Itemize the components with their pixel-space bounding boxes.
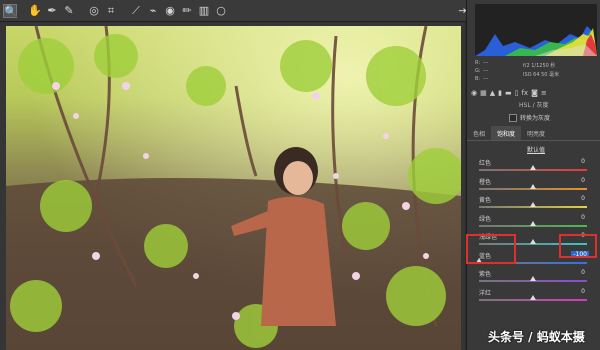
slider-value[interactable]: 0 — [581, 158, 585, 165]
slider-thumb[interactable] — [530, 239, 536, 244]
tab-saturation[interactable]: 饱和度 — [491, 126, 522, 140]
effects-icon[interactable]: fx — [521, 89, 528, 97]
rgb-g-value: --- — [483, 68, 489, 74]
photo-illustration — [6, 26, 461, 350]
presets-icon[interactable]: ≡ — [541, 89, 547, 97]
camera-calibration-icon[interactable]: ◙ — [531, 89, 538, 97]
watermark: 头条号 / 蚂蚁本摄 — [488, 330, 585, 344]
highlight-blue-value — [559, 234, 597, 258]
detail-icon[interactable]: ▲ — [490, 89, 495, 97]
red-eye-tool-icon[interactable]: ◉ — [163, 4, 177, 18]
right-panel: R: --- G: --- B: --- f/2 1/1250 秒 ISO 64… — [466, 0, 600, 350]
rgb-b-label: B: — [475, 76, 481, 82]
rgb-r-value: --- — [483, 60, 489, 66]
white-balance-tool-icon[interactable]: ✒ — [45, 4, 59, 18]
split-toning-icon[interactable]: ▬ — [505, 89, 512, 97]
tone-curve-icon[interactable]: ▦ — [480, 89, 487, 97]
convert-grayscale-checkbox[interactable] — [509, 113, 517, 122]
tab-hue[interactable]: 色相 — [467, 126, 491, 140]
photo-preview[interactable] — [6, 26, 461, 350]
slider-label: 洋红 — [479, 289, 492, 297]
adjustment-brush-tool-icon[interactable]: ✏ — [180, 4, 194, 18]
slider-row: 绿色 0 — [475, 214, 595, 232]
slider-thumb[interactable] — [530, 202, 536, 207]
slider-value[interactable]: 0 — [581, 195, 585, 202]
highlight-blue-label — [466, 234, 516, 264]
convert-grayscale-label: 转换为灰度 — [520, 115, 551, 122]
slider-label: 红色 — [479, 160, 492, 167]
slider-label: 橙色 — [479, 178, 492, 186]
straighten-tool-icon[interactable]: ⟋ — [129, 4, 143, 18]
slider-row: 橙色 0 — [475, 177, 595, 195]
iso-info: ISO 64 50 毫米 — [523, 72, 560, 78]
default-link[interactable]: 默认值 — [527, 145, 545, 154]
slider-value[interactable]: 0 — [581, 177, 585, 184]
slider-row: 黄色 0 — [475, 195, 595, 213]
slider-label: 绿色 — [479, 215, 492, 223]
convert-grayscale-row[interactable]: 转换为灰度 — [509, 113, 550, 122]
tab-luminance[interactable]: 明亮度 — [521, 126, 551, 140]
slider-value[interactable]: 0 — [581, 269, 585, 276]
slider-value[interactable]: 0 — [581, 288, 585, 295]
lens-corrections-icon[interactable]: ▯ — [515, 89, 519, 97]
hand-tool-icon[interactable]: ✋ — [28, 4, 42, 18]
camera-info: R: --- G: --- B: --- f/2 1/1250 秒 ISO 64… — [475, 60, 599, 86]
slider-label: 紫色 — [479, 271, 492, 278]
slider-thumb[interactable] — [530, 183, 536, 189]
slider-row: 红色 0 — [475, 158, 595, 176]
slider-row: 紫色 0 — [475, 269, 595, 287]
hsl-panel-icon[interactable]: ▮ — [498, 89, 502, 97]
slider-thumb[interactable] — [530, 165, 536, 170]
exposure-info: f/2 1/1250 秒 — [523, 63, 556, 69]
color-sampler-tool-icon[interactable]: ✎ — [62, 4, 76, 18]
rgb-g-label: G: — [475, 68, 481, 74]
crop-tool-icon[interactable]: ⌗ — [104, 4, 118, 18]
basic-panel-icon[interactable]: ◉ — [471, 89, 477, 97]
targeted-adjustment-tool-icon[interactable]: ◎ — [87, 4, 101, 18]
spot-removal-tool-icon[interactable]: ⌁ — [146, 4, 160, 18]
graduated-filter-tool-icon[interactable]: ▥ — [197, 4, 211, 18]
slider-row: 洋红 0 — [475, 288, 595, 306]
slider-thumb[interactable] — [530, 276, 536, 281]
rgb-b-value: --- — [483, 76, 489, 82]
slider-thumb[interactable] — [530, 294, 536, 300]
panel-tabs-icons: ◉ ▦ ▲ ▮ ▬ ▯ fx ◙ ≡ — [471, 88, 597, 98]
slider-label: 黄色 — [479, 197, 492, 204]
radial-filter-tool-icon[interactable]: ○ — [214, 4, 228, 18]
slider-value[interactable]: 0 — [581, 214, 585, 221]
zoom-tool-icon[interactable]: 🔍 — [3, 3, 18, 18]
rgb-r-label: R: — [475, 60, 481, 66]
histogram — [475, 4, 597, 56]
slider-thumb[interactable] — [530, 220, 536, 226]
panel-section-title: HSL / 灰度 — [519, 102, 549, 109]
hsl-tabs: 色相 饱和度 明亮度 — [467, 126, 600, 141]
